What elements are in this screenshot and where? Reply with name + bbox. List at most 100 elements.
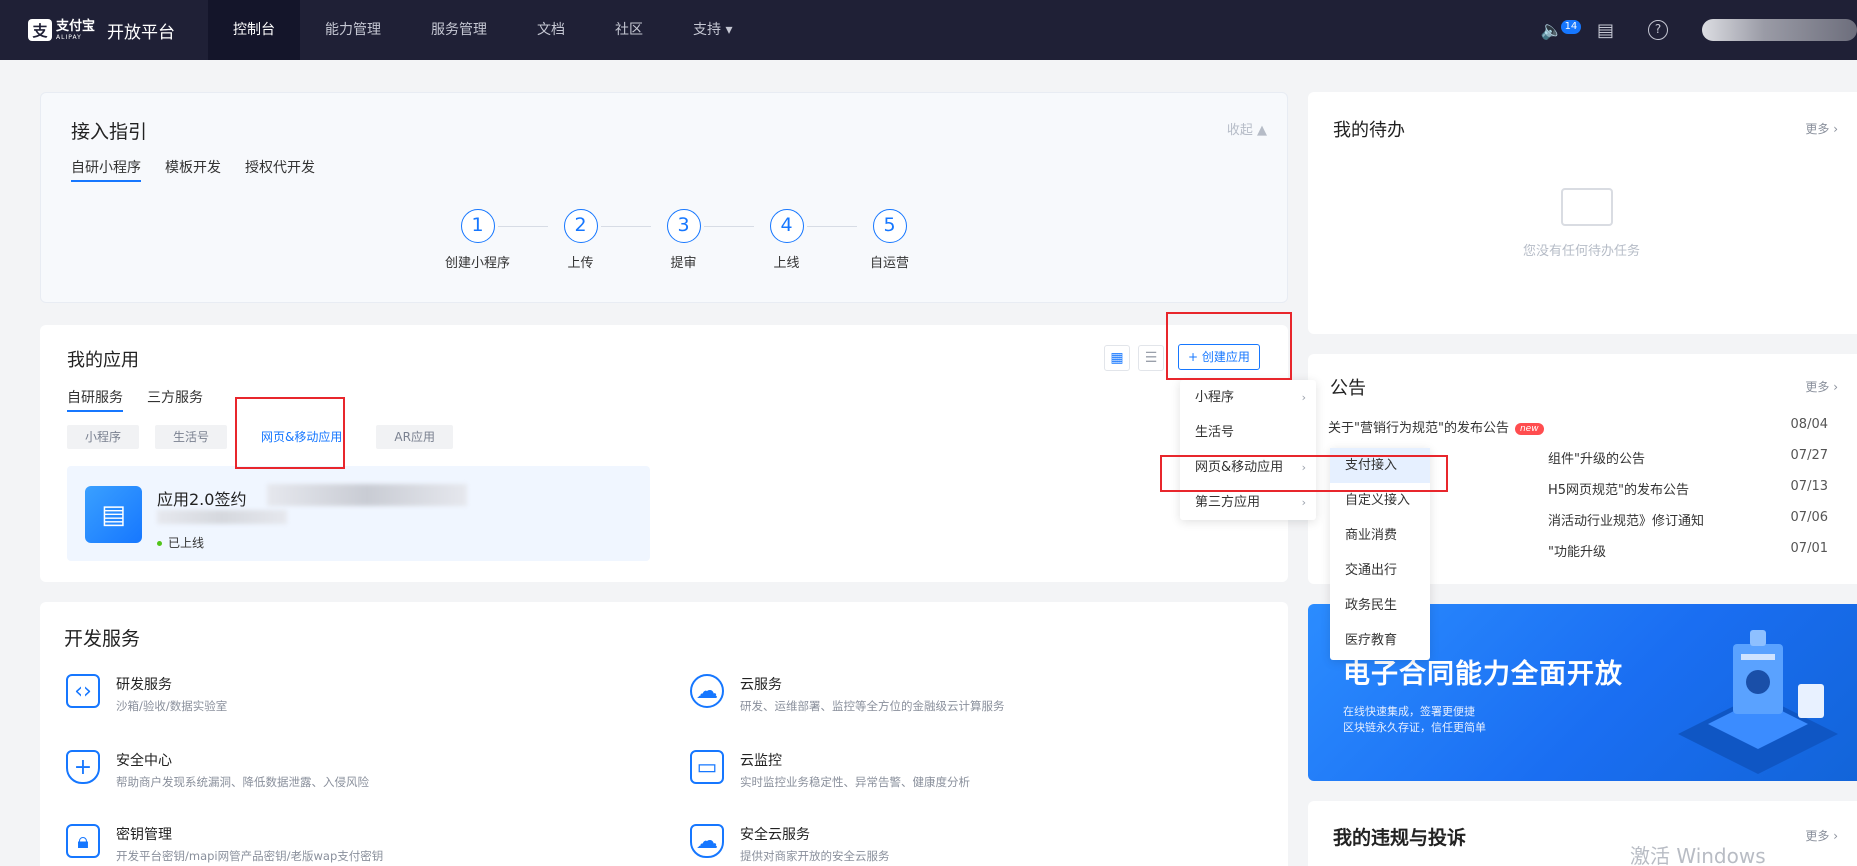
menu-life[interactable]: 生活号 <box>1180 415 1316 450</box>
service-name: 安全中心 <box>116 753 172 769</box>
service-desc: 开发平台密钥/mapi网管产品密钥/老版wap支付密钥 <box>116 849 384 863</box>
todo-card: 我的待办 更多 › 您没有任何待办任务 <box>1308 92 1857 334</box>
notice-date: 07/06 <box>1790 510 1828 525</box>
annotation-box-menu <box>1160 455 1448 492</box>
nav-service[interactable]: 服务管理 <box>406 0 512 60</box>
tab-template[interactable]: 模板开发 <box>165 157 221 182</box>
access-guide-card: 接入指引 收起 ▲ 自研小程序 模板开发 授权代开发 1 创建小程序 2 上传 3 提… <box>40 92 1288 303</box>
menu-label: 生活号 <box>1195 425 1235 440</box>
app-name: 应用2.0签约 <box>157 490 247 509</box>
step-label: 创建小程序 <box>444 256 510 271</box>
tab-third-party[interactable]: 三方服务 <box>147 387 203 412</box>
app-card[interactable]: ▤ 应用2.0签约 已上线 <box>67 466 650 561</box>
step-number: 3 <box>666 209 701 243</box>
apps-title: 我的应用 <box>67 350 139 371</box>
todo-empty-text: 您没有任何待办任务 <box>1523 244 1641 259</box>
service-cloud[interactable]: ☁ 云服务 研发、运维部署、监控等全方位的金融级云计算服务 <box>690 674 1005 714</box>
tab-authorized[interactable]: 授权代开发 <box>245 157 315 182</box>
notice-date: 08/04 <box>1790 417 1828 432</box>
create-app-menu: 小程序 › 生活号 网页&移动应用 › 第三方应用 › <box>1180 380 1316 520</box>
redacted-text <box>267 484 467 506</box>
todo-more-link[interactable]: 更多 › <box>1805 120 1838 137</box>
service-monitor[interactable]: ▭ 云监控实时监控业务稳定性、异常告警、健康度分析 <box>690 750 970 790</box>
collapse-button[interactable]: 收起 ▲ <box>1227 119 1267 138</box>
lock-icon: 🔒︎ <box>66 824 100 858</box>
notice-row[interactable]: 关于"营销行为规范"的发布公告 new 08/04 <box>1328 417 1828 436</box>
service-desc: 沙箱/验收/数据实验室 <box>116 699 228 713</box>
service-rd[interactable]: ‹› 研发服务沙箱/验收/数据实验室 <box>66 674 227 714</box>
notice-more-link[interactable]: 更多 › <box>1805 378 1838 395</box>
app-doc-icon: ▤ <box>85 486 142 543</box>
notice-date: 07/13 <box>1790 479 1828 494</box>
notice-text: 关于"营销行为规范"的发布公告 <box>1328 421 1509 436</box>
service-security-cloud[interactable]: ☁ 安全云服务 提供对商家开放的安全云服务 <box>690 824 890 864</box>
step-label: 上传 <box>567 256 594 271</box>
windows-activation-watermark: 激活 Windows <box>1630 844 1766 866</box>
submenu-commerce[interactable]: 商业消费 <box>1330 518 1430 553</box>
banner-line2: 区块链永久存证，信任更简单 <box>1343 721 1486 734</box>
step: 2 上传 <box>529 209 651 271</box>
step: 5 自运营 <box>838 209 941 271</box>
filter-ar[interactable]: AR应用 <box>376 425 453 449</box>
service-name: 云服务 <box>740 677 782 693</box>
code-icon: ‹› <box>66 674 100 708</box>
nav-console[interactable]: 控制台 <box>208 0 300 60</box>
banner-illustration-icon <box>1678 630 1838 774</box>
menu-miniapp[interactable]: 小程序 › <box>1180 380 1316 415</box>
submenu-government[interactable]: 政务民生 <box>1330 588 1430 623</box>
list-view-icon[interactable]: ☰ <box>1138 345 1164 371</box>
step: 4 上线 <box>735 209 857 271</box>
notice-text: H5网页规范"的发布公告 <box>1548 483 1690 498</box>
step-label: 提审 <box>670 256 697 271</box>
speaker-icon[interactable]: 🔈 14 <box>1541 19 1582 41</box>
nav-support[interactable]: 支持 ▾ <box>668 0 757 60</box>
step: 3 提审 <box>632 209 754 271</box>
banner-line1: 在线快速集成，签署更便捷 <box>1343 705 1475 718</box>
tab-self-service[interactable]: 自研服务 <box>67 387 123 412</box>
service-keys[interactable]: 🔒︎ 密钥管理开发平台密钥/mapi网管产品密钥/老版wap支付密钥 <box>66 824 383 864</box>
tab-self-miniapp[interactable]: 自研小程序 <box>71 157 141 182</box>
menu-label: 小程序 <box>1195 390 1235 405</box>
redacted-text <box>157 510 287 524</box>
complaint-more-link[interactable]: 更多 › <box>1805 827 1838 844</box>
dev-title: 开发服务 <box>64 628 141 650</box>
monitor-icon: ▭ <box>690 750 724 784</box>
service-desc: 实时监控业务稳定性、异常告警、健康度分析 <box>740 775 970 789</box>
new-badge: new <box>1514 422 1544 435</box>
top-navbar: 支 支付宝 ALIPAY 开放平台 控制台 能力管理 服务管理 文档 社区 支持… <box>0 0 1857 60</box>
nav-capability[interactable]: 能力管理 <box>300 0 406 60</box>
nav-community[interactable]: 社区 <box>590 0 668 60</box>
guide-steps: 1 创建小程序 2 上传 3 提审 4 上线 5 自运营 <box>426 209 941 271</box>
help-icon[interactable]: ? <box>1648 20 1668 40</box>
empty-inbox-icon <box>1561 188 1613 226</box>
my-apps-card: 我的应用 自研服务 三方服务 小程序 生活号 网页&移动应用 AR应用 ▦ ☰ … <box>40 325 1288 582</box>
brand[interactable]: 支 支付宝 ALIPAY 开放平台 <box>0 18 208 43</box>
filter-miniapp[interactable]: 小程序 <box>67 425 140 449</box>
shield-cloud-icon: ☁ <box>690 824 724 858</box>
service-name: 云监控 <box>740 753 782 769</box>
nav-docs[interactable]: 文档 <box>512 0 590 60</box>
service-name: 密钥管理 <box>116 827 172 843</box>
document-icon[interactable]: ▤ <box>1597 20 1614 41</box>
notice-text: "功能升级 <box>1548 545 1606 560</box>
annotation-box-filter <box>235 397 345 469</box>
service-name: 研发服务 <box>116 677 172 693</box>
service-security[interactable]: + 安全中心 帮助商户发现系统漏洞、降低数据泄露、入侵风险 <box>66 750 369 790</box>
status-dot-icon <box>157 541 162 546</box>
user-avatar[interactable] <box>1702 19 1857 41</box>
step-number: 2 <box>563 209 598 243</box>
step-number: 4 <box>769 209 804 243</box>
apps-tabs: 自研服务 三方服务 <box>67 387 203 412</box>
step-number: 5 <box>872 209 907 243</box>
banner-subtitle: 在线快速集成，签署更便捷 区块链永久存证，信任更简单 <box>1343 704 1486 736</box>
notice-title: 公告 <box>1330 378 1366 399</box>
dev-services-card: 开发服务 ‹› 研发服务沙箱/验收/数据实验室 ☁ 云服务 研发、运维部署、监控等… <box>40 602 1288 866</box>
grid-view-icon[interactable]: ▦ <box>1104 345 1130 371</box>
service-desc: 提供对商家开放的安全云服务 <box>740 849 890 863</box>
submenu-medical[interactable]: 医疗教育 <box>1330 623 1430 658</box>
status-label: 已上线 <box>168 536 205 550</box>
filter-life[interactable]: 生活号 <box>155 425 228 449</box>
submenu-transport[interactable]: 交通出行 <box>1330 553 1430 588</box>
shield-plus-icon: + <box>66 750 100 784</box>
alipay-logo-icon: 支 <box>28 19 52 41</box>
